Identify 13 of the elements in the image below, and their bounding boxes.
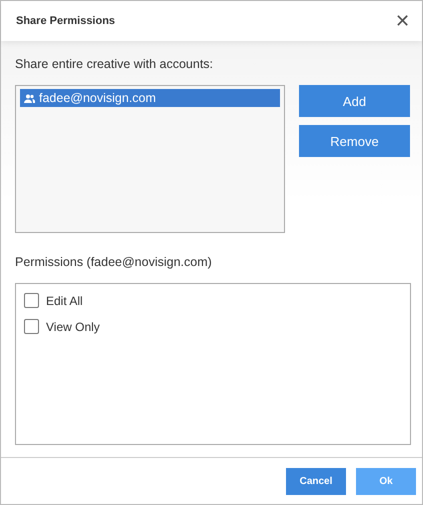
remove-button[interactable]: Remove [299,125,410,157]
option-label: Edit All [46,294,83,308]
add-button[interactable]: Add [299,85,410,117]
close-button[interactable]: ✕ [393,10,412,32]
dialog-title: Share Permissions [16,15,116,27]
checkbox[interactable] [24,319,39,334]
permissions-label: Permissions (fadee@novisign.com) [15,255,213,269]
option-label: View Only [46,320,100,334]
checkbox[interactable] [24,293,39,308]
accounts-label: Share entire creative with accounts: [15,57,214,71]
users-icon [24,94,35,102]
cancel-button[interactable]: Cancel [286,468,346,494]
account-item[interactable]: fadee@novisign.com [20,89,280,107]
